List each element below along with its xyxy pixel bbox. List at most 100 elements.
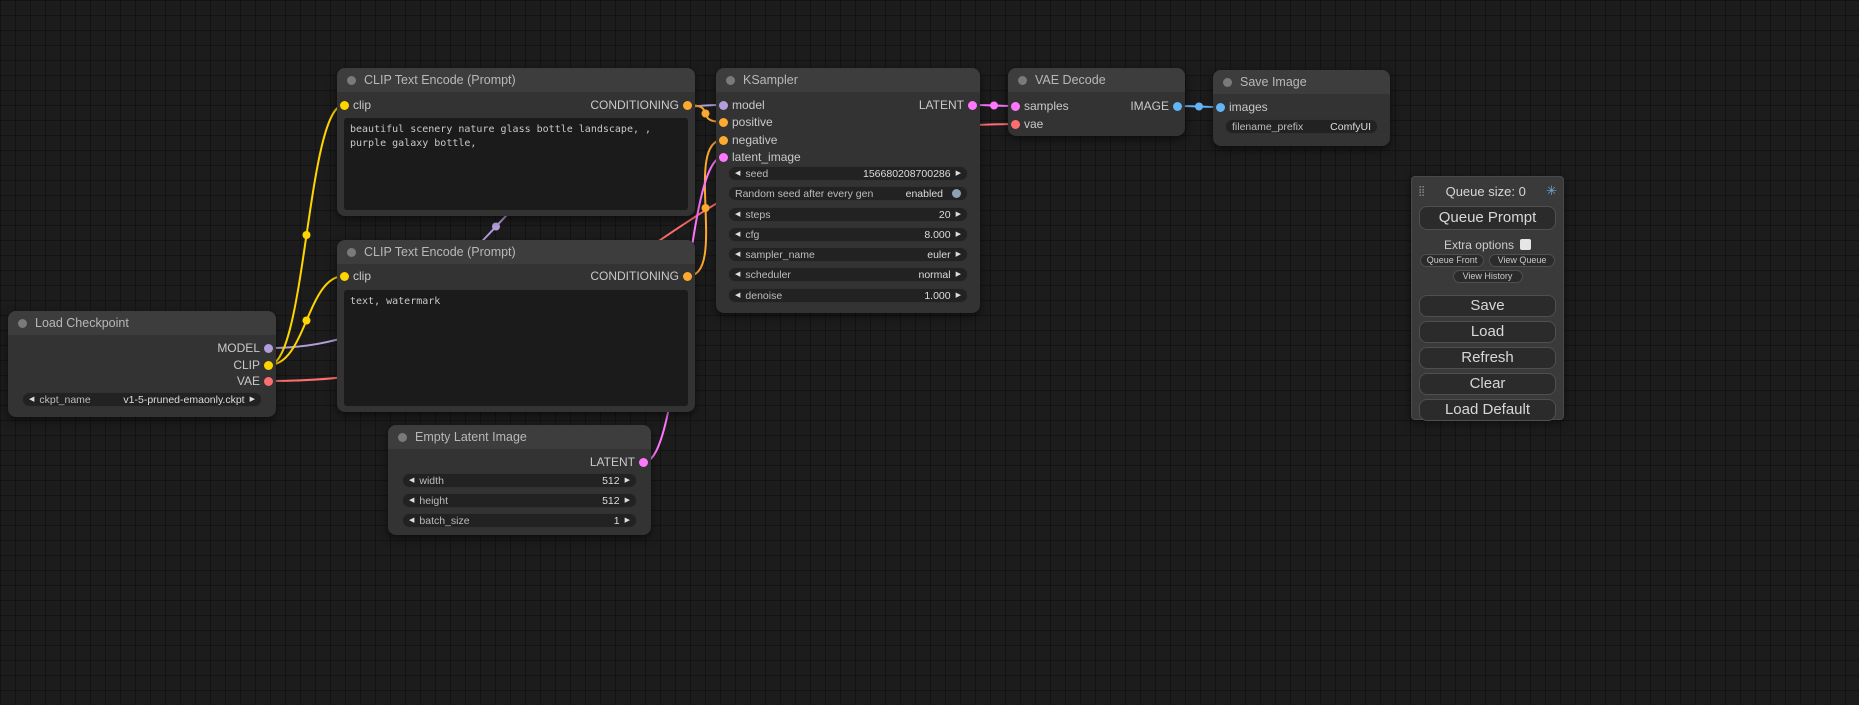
load-default-button[interactable]: Load Default xyxy=(1419,399,1556,421)
extra-options-checkbox[interactable] xyxy=(1520,239,1531,250)
node-clip-text-encode-negative[interactable]: CLIP Text Encode (Prompt) clip CONDITION… xyxy=(337,240,695,412)
decrement-arrow-icon[interactable]: ◀ xyxy=(735,211,740,218)
increment-arrow-icon[interactable]: ▶ xyxy=(956,271,961,278)
node-title: CLIP Text Encode (Prompt) xyxy=(364,245,516,259)
vae-input-dot[interactable] xyxy=(1011,120,1020,129)
output-slot-image: IMAGE xyxy=(1130,99,1185,113)
samples-input-dot[interactable] xyxy=(1011,102,1020,111)
node-load-checkpoint[interactable]: Load Checkpoint MODEL CLIP VAE ◀ ckpt_na… xyxy=(8,311,276,417)
node-collapse-dot-icon[interactable] xyxy=(726,76,735,85)
node-title-bar[interactable]: Load Checkpoint xyxy=(8,311,276,335)
images-input-dot[interactable] xyxy=(1216,103,1225,112)
scheduler-widget[interactable]: ◀ scheduler normal ▶ xyxy=(728,267,968,282)
increment-arrow-icon[interactable]: ▶ xyxy=(956,231,961,238)
sampler-name-widget[interactable]: ◀ sampler_name euler ▶ xyxy=(728,247,968,262)
node-clip-text-encode-positive[interactable]: CLIP Text Encode (Prompt) clip CONDITION… xyxy=(337,68,695,216)
node-vae-decode[interactable]: VAE Decode samples vae IMAGE xyxy=(1008,68,1185,136)
latent-image-input-dot[interactable] xyxy=(719,153,728,162)
vae-output-dot[interactable] xyxy=(264,377,273,386)
decrement-arrow-icon[interactable]: ◀ xyxy=(735,231,740,238)
positive-prompt-textarea[interactable]: beautiful scenery nature glass bottle la… xyxy=(344,118,688,210)
decrement-arrow-icon[interactable]: ◀ xyxy=(735,271,740,278)
view-queue-button[interactable]: View Queue xyxy=(1489,254,1555,267)
model-output-dot[interactable] xyxy=(264,344,273,353)
refresh-button[interactable]: Refresh xyxy=(1419,347,1556,369)
negative-prompt-textarea[interactable]: text, watermark xyxy=(344,290,688,406)
image-output-dot[interactable] xyxy=(1173,102,1182,111)
save-button[interactable]: Save xyxy=(1419,295,1556,317)
decrement-arrow-icon[interactable]: ◀ xyxy=(409,517,414,524)
increment-arrow-icon[interactable]: ▶ xyxy=(956,292,961,299)
steps-widget[interactable]: ◀ steps 20 ▶ xyxy=(728,207,968,222)
widget-value: ComfyUI xyxy=(1330,121,1371,133)
decrement-arrow-icon[interactable]: ◀ xyxy=(735,170,740,177)
node-title-bar[interactable]: Empty Latent Image xyxy=(388,425,651,449)
node-save-image[interactable]: Save Image images filename_prefix ComfyU… xyxy=(1213,70,1390,146)
widget-value: enabled xyxy=(906,188,943,200)
node-title-bar[interactable]: CLIP Text Encode (Prompt) xyxy=(337,68,695,92)
decrement-arrow-icon[interactable]: ◀ xyxy=(735,292,740,299)
decrement-arrow-icon[interactable]: ◀ xyxy=(29,396,34,403)
node-empty-latent-image[interactable]: Empty Latent Image LATENT ◀ width 512 ▶ … xyxy=(388,425,651,535)
negative-input-dot[interactable] xyxy=(719,136,728,145)
node-collapse-dot-icon[interactable] xyxy=(347,248,356,257)
decrement-arrow-icon[interactable]: ◀ xyxy=(735,251,740,258)
decrement-arrow-icon[interactable]: ◀ xyxy=(409,497,414,504)
conditioning-output-dot[interactable] xyxy=(683,101,692,110)
increment-arrow-icon[interactable]: ▶ xyxy=(956,211,961,218)
denoise-widget[interactable]: ◀ denoise 1.000 ▶ xyxy=(728,288,968,303)
clip-input-dot[interactable] xyxy=(340,101,349,110)
batch-size-widget[interactable]: ◀ batch_size 1 ▶ xyxy=(402,513,637,528)
node-collapse-dot-icon[interactable] xyxy=(398,433,407,442)
node-title-bar[interactable]: VAE Decode xyxy=(1008,68,1185,92)
queue-front-button[interactable]: Queue Front xyxy=(1420,254,1484,267)
node-ksampler[interactable]: KSampler model positive negative latent_… xyxy=(716,68,980,313)
random-seed-widget[interactable]: Random seed after every gen enabled xyxy=(728,186,968,201)
node-title-bar[interactable]: CLIP Text Encode (Prompt) xyxy=(337,240,695,264)
slot-label: latent_image xyxy=(732,150,801,164)
conditioning-output-dot[interactable] xyxy=(683,272,692,281)
increment-arrow-icon[interactable]: ▶ xyxy=(250,396,255,403)
positive-input-dot[interactable] xyxy=(719,118,728,127)
filename-prefix-widget[interactable]: filename_prefix ComfyUI xyxy=(1225,119,1378,134)
increment-arrow-icon[interactable]: ▶ xyxy=(625,517,630,524)
node-collapse-dot-icon[interactable] xyxy=(1018,76,1027,85)
node-title-bar[interactable]: Save Image xyxy=(1213,70,1390,94)
width-widget[interactable]: ◀ width 512 ▶ xyxy=(402,473,637,488)
node-collapse-dot-icon[interactable] xyxy=(347,76,356,85)
output-slot-latent: LATENT xyxy=(590,455,651,469)
clip-input-dot[interactable] xyxy=(340,272,349,281)
increment-arrow-icon[interactable]: ▶ xyxy=(625,477,630,484)
clip-output-dot[interactable] xyxy=(264,361,273,370)
node-collapse-dot-icon[interactable] xyxy=(1223,78,1232,87)
settings-gear-icon[interactable]: ✳ xyxy=(1546,183,1557,199)
increment-arrow-icon[interactable]: ▶ xyxy=(956,170,961,177)
clear-button[interactable]: Clear xyxy=(1419,373,1556,395)
increment-arrow-icon[interactable]: ▶ xyxy=(956,251,961,258)
node-canvas[interactable]: Load Checkpoint MODEL CLIP VAE ◀ ckpt_na… xyxy=(0,0,1859,705)
drag-handle-icon[interactable]: ⣿ xyxy=(1418,186,1425,197)
slot-label: LATENT xyxy=(919,98,964,112)
node-collapse-dot-icon[interactable] xyxy=(18,319,27,328)
node-title-bar[interactable]: KSampler xyxy=(716,68,980,92)
increment-arrow-icon[interactable]: ▶ xyxy=(625,497,630,504)
ckpt-name-widget[interactable]: ◀ ckpt_name v1-5-pruned-emaonly.ckpt ▶ xyxy=(22,392,262,407)
view-history-button[interactable]: View History xyxy=(1453,270,1523,283)
queue-prompt-button[interactable]: Queue Prompt xyxy=(1419,206,1556,230)
height-widget[interactable]: ◀ height 512 ▶ xyxy=(402,493,637,508)
widget-value: 1.000 xyxy=(924,290,950,302)
load-button[interactable]: Load xyxy=(1419,321,1556,343)
slot-label: negative xyxy=(732,133,777,147)
seed-widget[interactable]: ◀ seed 156680208700286 ▶ xyxy=(728,166,968,181)
cfg-widget[interactable]: ◀ cfg 8.000 ▶ xyxy=(728,227,968,242)
slot-label: vae xyxy=(1024,117,1043,131)
slot-label: LATENT xyxy=(590,455,635,469)
model-input-dot[interactable] xyxy=(719,101,728,110)
decrement-arrow-icon[interactable]: ◀ xyxy=(409,477,414,484)
node-title: CLIP Text Encode (Prompt) xyxy=(364,73,516,87)
widget-label: steps xyxy=(745,209,770,221)
random-seed-toggle-icon[interactable] xyxy=(952,189,961,198)
node-title: Save Image xyxy=(1240,75,1307,89)
latent-output-dot[interactable] xyxy=(639,458,648,467)
latent-output-dot[interactable] xyxy=(968,101,977,110)
